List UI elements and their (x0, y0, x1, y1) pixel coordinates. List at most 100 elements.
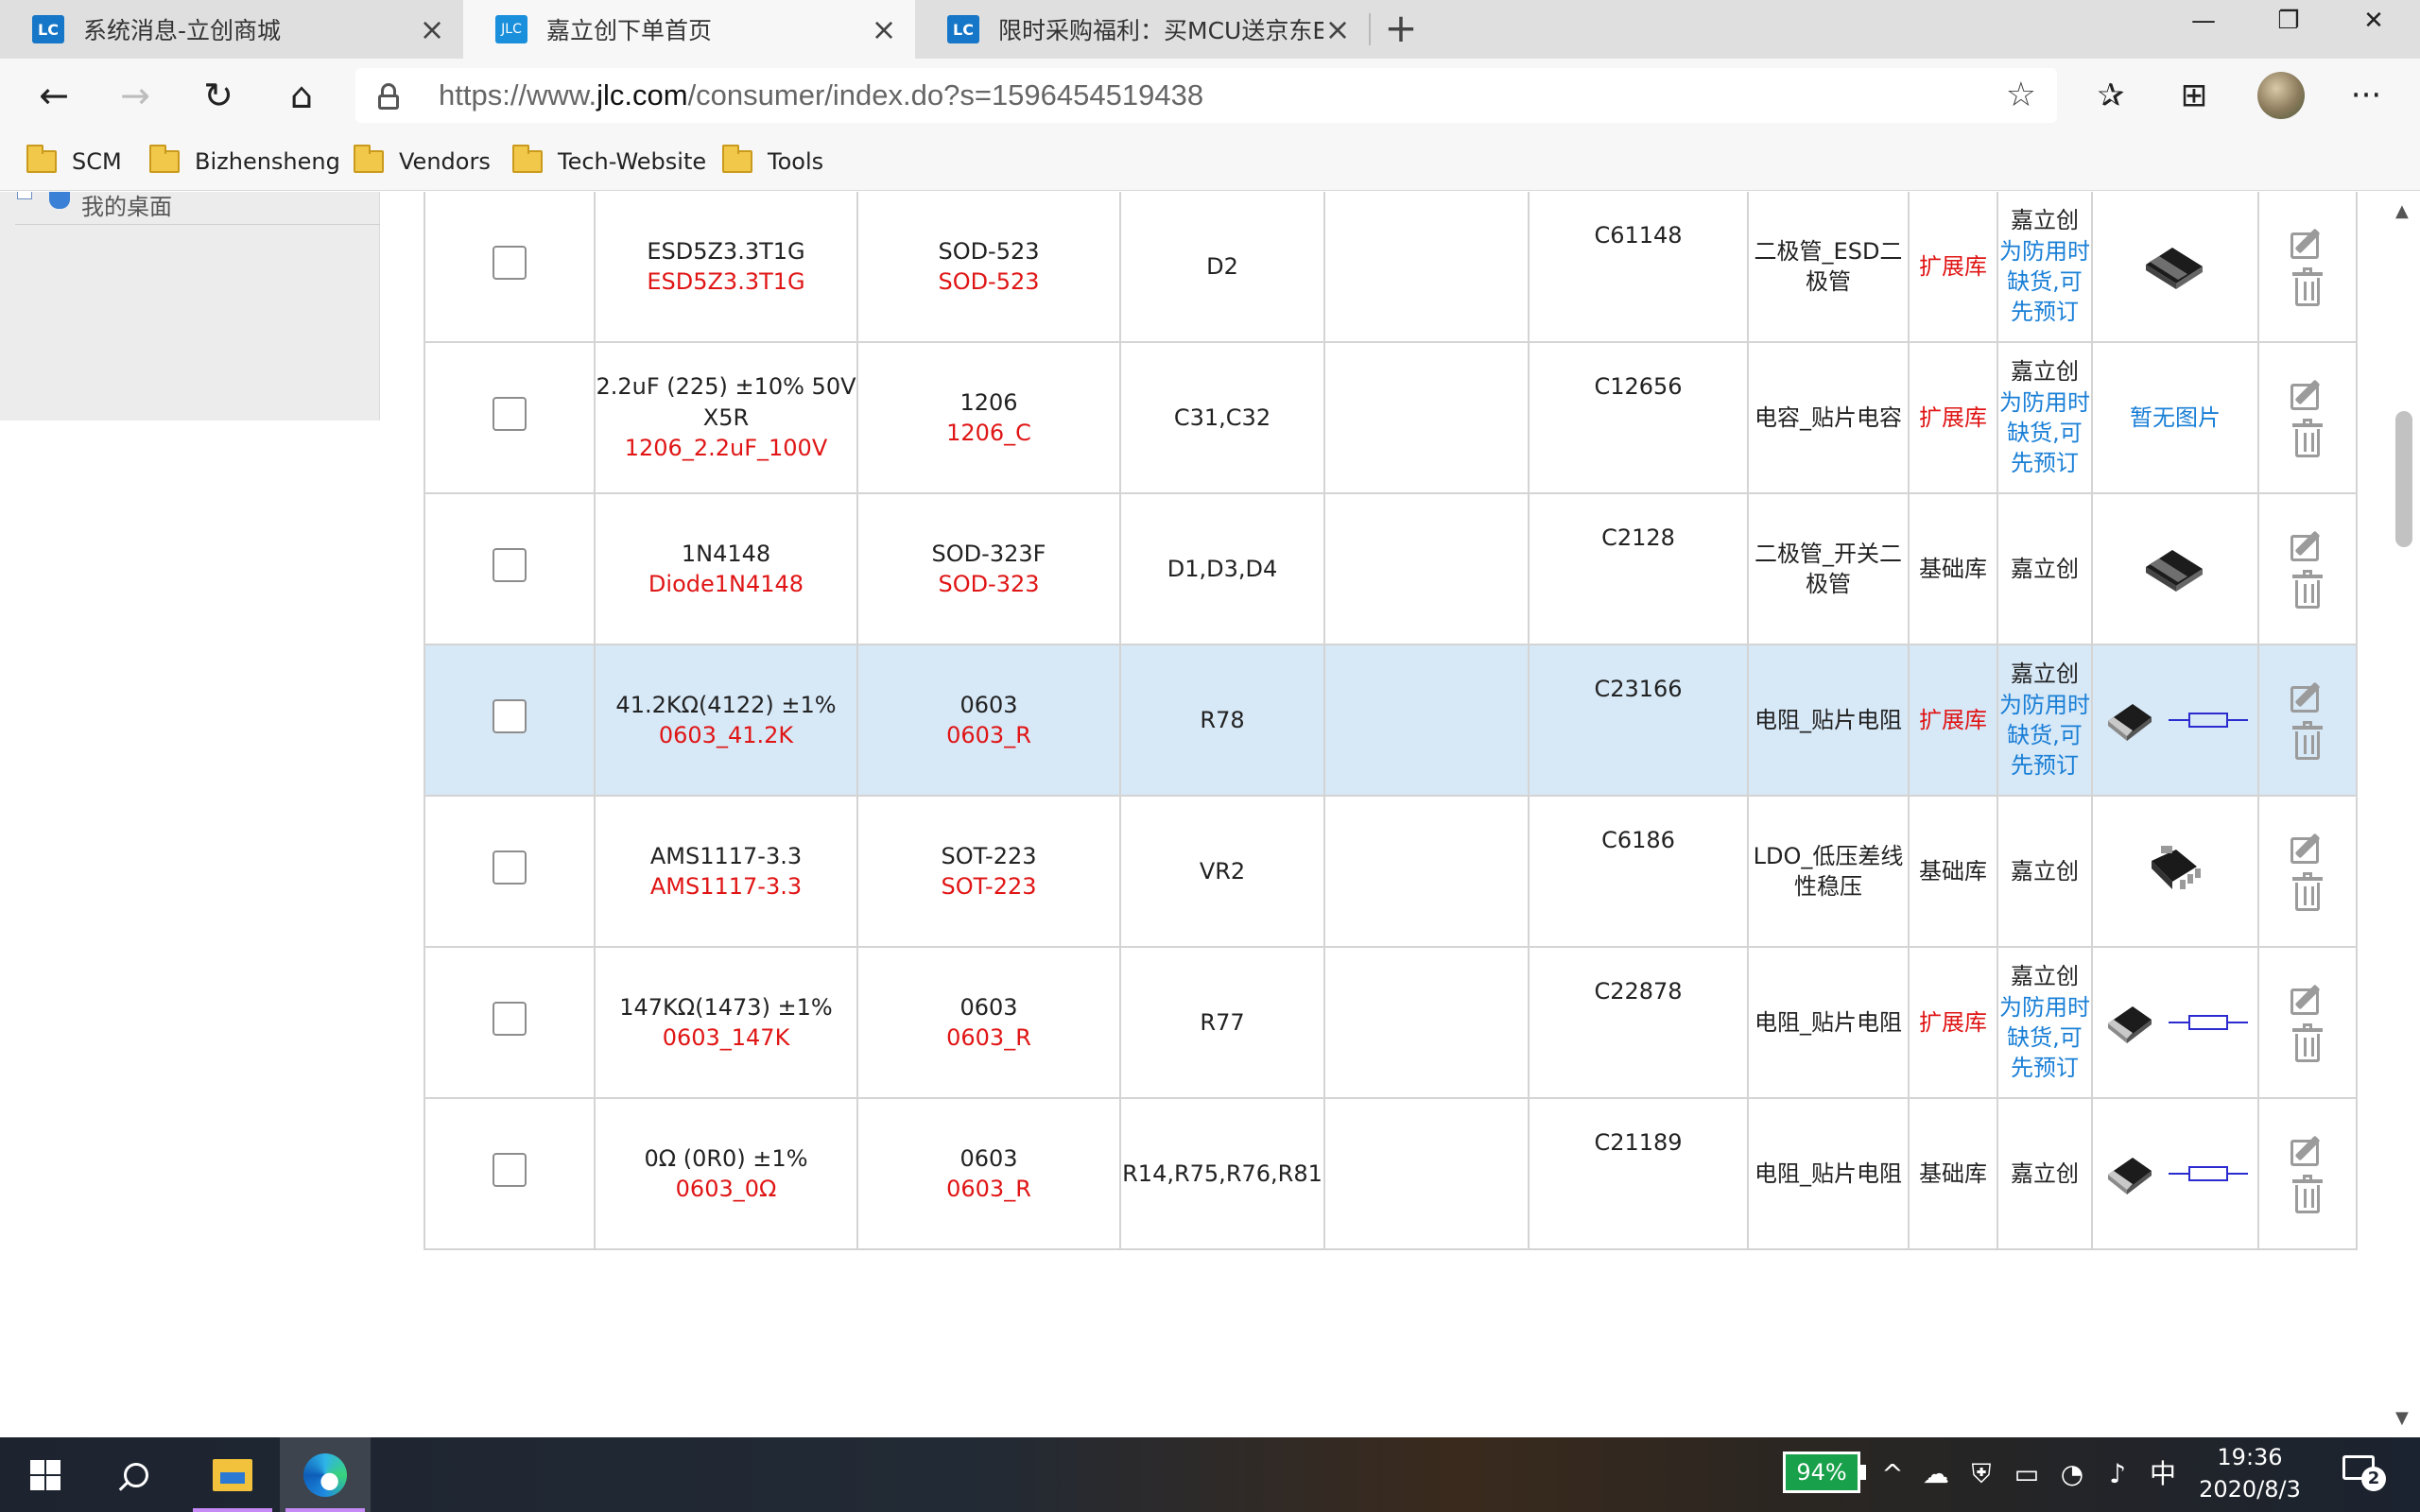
row-checkbox[interactable] (493, 547, 527, 582)
lock-icon[interactable] (378, 83, 399, 110)
address-bar[interactable]: https://www.jlc.com/consumer/index.do?s=… (355, 68, 2057, 123)
action-center-button[interactable]: 2 (2341, 1453, 2386, 1491)
bookmark-label: Tools (768, 148, 824, 175)
vertical-scrollbar[interactable]: ▲ ▼ (2388, 192, 2420, 1437)
maximize-button[interactable]: ❐ (2246, 0, 2331, 47)
preorder-notice-link[interactable]: 为防用时缺货,可先预订 (1999, 387, 2090, 479)
part-code[interactable]: C6186 (1601, 827, 1675, 853)
sidebar-item-desktop[interactable]: 我的桌面 (81, 192, 172, 221)
tab-3[interactable]: LC 限时采购福利：买MCU送京东E卡 × (915, 0, 1369, 59)
empty-cell (1323, 795, 1530, 948)
part-code[interactable]: C23166 (1594, 676, 1682, 702)
wifi-icon[interactable]: ◔ (2051, 1455, 2093, 1493)
edit-icon[interactable] (2289, 1134, 2326, 1168)
bookmark-folder-scm[interactable]: SCM (26, 145, 122, 178)
preorder-notice-link[interactable]: 为防用时缺货,可先预订 (1999, 236, 2090, 328)
edit-icon[interactable] (2289, 983, 2326, 1017)
bookmark-folder-tech-website[interactable]: Tech-Website (512, 145, 706, 178)
package-cell: SOT-223 SOT-223 (856, 795, 1121, 948)
delete-icon[interactable] (2292, 267, 2323, 306)
bookmark-folder-vendors[interactable]: Vendors (354, 145, 491, 178)
running-indicator (193, 1508, 272, 1512)
part-code[interactable]: C22878 (1594, 978, 1682, 1005)
bookmark-folder-tools[interactable]: Tools (722, 145, 824, 178)
component-value-match: 0603_147K (662, 1024, 790, 1051)
taskbar-search-button[interactable] (91, 1437, 182, 1512)
resistor-package-icon[interactable] (2102, 1150, 2157, 1197)
delete-icon[interactable] (2292, 1175, 2323, 1213)
package-cell: 0603 0603_R (856, 1097, 1121, 1250)
close-window-button[interactable]: ✕ (2331, 0, 2416, 47)
edit-icon[interactable] (2289, 680, 2326, 714)
edit-icon[interactable] (2289, 227, 2326, 261)
row-checkbox[interactable] (493, 698, 527, 733)
resistor-symbol-icon (2169, 713, 2248, 728)
value-cell: ESD5Z3.3T1G ESD5Z3.3T1G (594, 192, 858, 343)
volume-icon[interactable]: ♪ (2097, 1455, 2138, 1493)
forward-button[interactable]: → (112, 72, 159, 119)
tree-expand-icon[interactable] (17, 192, 32, 199)
part-code[interactable]: C2128 (1601, 524, 1675, 551)
part-code[interactable]: C21189 (1594, 1129, 1682, 1156)
library-cell: 扩展库 (1908, 644, 1998, 797)
value-cell: 41.2KΩ(4122) ±1% 0603_41.2K (594, 644, 858, 797)
part-code[interactable]: C12656 (1594, 373, 1682, 400)
refresh-button[interactable]: ↻ (195, 72, 242, 119)
scroll-thumb[interactable] (2395, 411, 2412, 547)
input-method-indicator[interactable]: 中 (2142, 1455, 2184, 1493)
resistor-package-icon[interactable] (2102, 696, 2157, 744)
new-tab-button[interactable]: + (1382, 6, 1420, 51)
back-button[interactable]: ← (30, 72, 78, 119)
part-code[interactable]: C61148 (1594, 222, 1682, 249)
url-domain: jlc.com (596, 78, 688, 112)
battery-percent-badge[interactable]: 94% (1783, 1452, 1860, 1493)
bookmark-label: Vendors (399, 148, 491, 175)
row-checkbox[interactable] (493, 396, 527, 431)
bookmark-folder-bizhensheng[interactable]: Bizhensheng (149, 145, 340, 178)
tab-close-icon[interactable]: × (870, 14, 898, 44)
home-button[interactable]: ⌂ (278, 72, 325, 119)
show-hidden-icons-button[interactable]: ^ (1874, 1455, 1911, 1493)
package-name: 0603 (959, 691, 1018, 718)
scroll-down-icon[interactable]: ▼ (2395, 1408, 2409, 1428)
taskbar-edge-browser[interactable] (280, 1437, 371, 1512)
part-code-cell: C61148 (1528, 192, 1749, 343)
add-favorite-star-icon[interactable]: ☆ (2006, 76, 2036, 114)
row-checkbox[interactable] (493, 1152, 527, 1187)
collections-icon[interactable]: ⊞ (2170, 72, 2218, 119)
row-checkbox[interactable] (493, 245, 527, 280)
edit-icon[interactable] (2289, 529, 2326, 563)
taskbar-file-explorer[interactable] (187, 1437, 278, 1512)
tab-1[interactable]: LC 系统消息-立创商城 × (0, 0, 463, 59)
row-checkbox[interactable] (493, 1001, 527, 1036)
scroll-up-icon[interactable]: ▲ (2395, 201, 2409, 221)
supplier-cell: 嘉立创 为防用时缺货,可先预订 (1996, 644, 2093, 797)
diode-package-icon[interactable] (2140, 541, 2210, 597)
minimize-button[interactable]: — (2161, 0, 2246, 47)
url-text[interactable]: https://www.jlc.com/consumer/index.do?s=… (439, 78, 1203, 112)
sot223-package-icon[interactable] (2142, 840, 2208, 902)
onedrive-cloud-icon[interactable]: ☁ (1915, 1455, 1957, 1493)
preorder-notice-link[interactable]: 为防用时缺货,可先预订 (1999, 690, 2090, 782)
delete-icon[interactable] (2292, 1023, 2323, 1062)
delete-icon[interactable] (2292, 872, 2323, 911)
delete-icon[interactable] (2292, 721, 2323, 760)
delete-icon[interactable] (2292, 570, 2323, 609)
start-button[interactable] (0, 1437, 91, 1512)
tab-close-icon[interactable]: × (1323, 14, 1352, 44)
tab-2[interactable]: JLC 嘉立创下单首页 × (463, 0, 915, 59)
settings-more-icon[interactable]: ··· (2342, 72, 2390, 119)
edit-icon[interactable] (2289, 832, 2326, 866)
row-checkbox[interactable] (493, 850, 527, 885)
resistor-package-icon[interactable] (2102, 999, 2157, 1046)
battery-icon[interactable]: ▭ (2006, 1455, 2048, 1493)
edit-icon[interactable] (2289, 378, 2326, 412)
profile-avatar[interactable] (2257, 72, 2305, 119)
system-clock[interactable]: 19:36 2020/8/3 (2184, 1441, 2316, 1505)
delete-icon[interactable] (2292, 419, 2323, 457)
security-alert-icon[interactable]: ⛨ (1961, 1455, 2002, 1493)
diode-package-icon[interactable] (2140, 238, 2210, 295)
tab-close-icon[interactable]: × (418, 14, 446, 44)
favorites-icon[interactable]: ✰ (2087, 72, 2135, 119)
preorder-notice-link[interactable]: 为防用时缺货,可先预订 (1999, 992, 2090, 1084)
